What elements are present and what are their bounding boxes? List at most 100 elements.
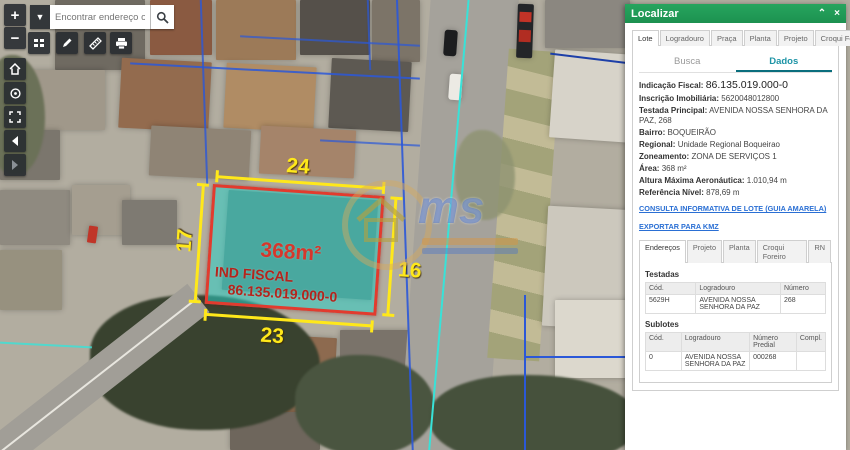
sublotes-table: Cód. Logradouro Número Predial Compl. 0 … [645,332,826,371]
field-inscricao: Inscrição Imobiliária: 5620048012800 [639,94,832,104]
guia-amarela-link[interactable]: CONSULTA INFORMATIVA DE LOTE (GUIA AMARE… [639,204,832,213]
basemap-gallery-button[interactable] [28,32,50,54]
exportar-kmz-link[interactable]: EXPORTAR PARA KMZ [639,222,832,231]
detail-tabs: Endereços Projeto Planta Croqui Foreiro … [639,240,832,263]
search-dropdown-button[interactable]: ▼ [30,5,50,29]
parcel-line-blue [524,356,636,358]
dimension-tick [382,313,394,317]
black-car [443,30,458,57]
dimension-label-left: 17 [173,228,196,253]
close-icon[interactable]: × [834,8,840,19]
cell-compl [796,352,825,371]
column-header: Número Predial [750,333,797,352]
field-indicacao-fiscal: Indicação Fiscal: 86.135.019.000-0 [639,79,832,92]
truck [516,4,534,59]
subtab-busca[interactable]: Busca [639,53,736,72]
tab-logradouro[interactable]: Logradouro [660,30,710,46]
detail-tab-planta[interactable]: Planta [723,240,756,263]
field-regional: Regional: Unidade Regional Boqueirao [639,140,832,150]
extent-button[interactable] [4,106,26,128]
subtab-dados[interactable]: Dados [736,53,833,72]
localizar-panel: Localizar ⌃ × Lote Logradouro Praça Plan… [625,4,846,450]
column-header: Compl. [796,333,825,352]
dimension-label-bottom: 23 [260,325,285,348]
search-input[interactable] [50,5,150,29]
detail-tab-croqui-foreiro[interactable]: Croqui Foreiro [757,240,808,263]
field-label: Indicação Fiscal: [639,81,703,90]
magnifier-icon [156,11,169,24]
zoom-out-button[interactable]: − [4,27,26,49]
field-zoneamento: Zoneamento: ZONA DE SERVIÇOS 1 [639,152,832,162]
field-area: Área: 368 m² [639,164,832,174]
home-button[interactable] [4,58,26,80]
search-button[interactable] [150,5,174,29]
field-value: 878,69 m [706,188,739,197]
map-roof [0,250,62,310]
extent-icon [9,111,21,123]
zoom-in-button[interactable]: + [4,4,26,26]
table-row[interactable]: 5629H AVENIDA NOSSA SENHORA DA PAZ 268 [646,295,826,314]
map-roof [545,0,630,48]
measure-button[interactable] [84,32,106,54]
lot-area-label: 368m² [260,240,322,265]
field-value: ZONA DE SERVIÇOS 1 [691,152,776,161]
collapse-icon[interactable]: ⌃ [818,8,826,19]
field-altura-maxima: Altura Máxima Aeronáutica: 1.010,94 m [639,176,832,186]
tab-croqui-foreiro[interactable]: Croqui Foreiro [815,30,850,46]
cell-logradouro: AVENIDA NOSSA SENHORA DA PAZ [696,295,781,314]
map-roof [300,0,370,55]
chevron-down-icon: ▼ [36,12,45,22]
red-car [87,225,98,243]
panel-titlebar[interactable]: Localizar ⌃ × [625,4,846,23]
map-roof [216,0,296,60]
cell-numero: 268 [780,295,825,314]
field-value: 1.010,94 m [747,176,787,185]
back-button[interactable] [4,130,26,152]
busca-dados-toggle: Busca Dados [639,53,832,73]
field-label: Zoneamento: [639,152,689,161]
dimension-tick [390,196,402,200]
tab-praca[interactable]: Praça [711,30,743,46]
dimension-tick [382,182,386,194]
tab-projeto[interactable]: Projeto [778,30,814,46]
tab-planta[interactable]: Planta [744,30,777,46]
sublotes-title: Sublotes [645,320,826,329]
panel-tabs: Lote Logradouro Praça Planta Projeto Cro… [632,30,839,46]
draw-button[interactable] [56,32,78,54]
tab-lote[interactable]: Lote [632,30,659,46]
cell-cod: 5629H [646,295,696,314]
printer-icon [115,37,128,50]
plus-icon: + [11,7,20,24]
enderecos-content: Testadas Cód. Logradouro Número 5629H AV… [639,262,832,383]
field-label: Regional: [639,140,675,149]
field-label: Bairro: [639,128,665,137]
detail-tab-projeto[interactable]: Projeto [687,240,722,263]
table-row[interactable]: 0 AVENIDA NOSSA SENHORA DA PAZ 000268 [646,352,826,371]
field-testada-principal: Testada Principal: AVENIDA NOSSA SENHORA… [639,106,832,126]
truck-cargo [519,12,531,22]
field-bairro: Bairro: BOQUEIRÃO [639,128,832,138]
detail-tab-rn[interactable]: RN [808,240,831,263]
map-roof [122,200,177,245]
field-value: 368 m² [662,164,687,173]
detail-tab-enderecos[interactable]: Endereços [639,240,686,263]
home-icon [9,63,21,75]
minus-icon: − [11,30,20,47]
cell-cod: 0 [646,352,682,371]
column-header: Número [780,283,825,295]
map-building [555,300,635,378]
panel-title: Localizar [631,8,679,20]
selected-lot-overlay[interactable]: 24 23 17 16 368m² IND FISCAL 86.135.019.… [205,184,385,316]
testadas-title: Testadas [645,270,826,279]
print-button[interactable] [110,32,132,54]
forward-button[interactable] [4,154,26,176]
field-label: Testada Principal: [639,106,707,115]
column-header: Cód. [646,283,696,295]
field-value: BOQUEIRÃO [667,128,715,137]
pencil-icon [61,37,73,49]
parcel-line-blue [524,295,526,450]
trees [430,375,640,450]
column-header: Logradouro [696,283,781,295]
map-roof [118,58,212,133]
locate-button[interactable] [4,82,26,104]
